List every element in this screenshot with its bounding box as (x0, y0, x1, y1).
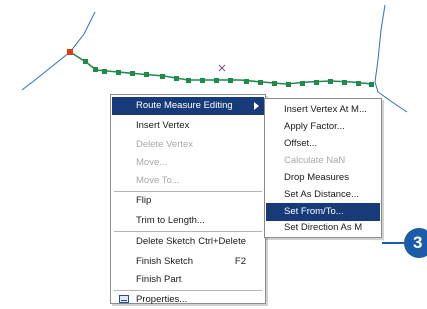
vertex (102, 69, 107, 74)
vertex (228, 78, 233, 83)
vertex (314, 80, 319, 85)
vertex (356, 81, 361, 86)
vertex (144, 72, 149, 77)
context-menu: Route Measure Editing Insert Vertex Dele… (110, 94, 266, 305)
callout-number: 3 (413, 233, 423, 252)
submenu-item-set-as-distance[interactable]: Set As Distance... (266, 186, 380, 204)
menu-item-label: Offset... (284, 138, 318, 149)
route-line-right (374, 4, 408, 113)
vertex (342, 80, 347, 85)
menu-item-label: Flip (136, 195, 152, 206)
vertex (186, 78, 191, 83)
submenu-item-apply-factor[interactable]: Apply Factor... (266, 118, 380, 136)
route-line-left (21, 11, 96, 91)
menu-item-move: Move... (112, 154, 264, 172)
menu-item-label: Calculate NaN (284, 155, 346, 166)
menu-item-label: Insert Vertex (136, 120, 190, 131)
menu-item-flip[interactable]: Flip (112, 192, 264, 210)
menu-item-label: Delete Sketch (136, 236, 196, 247)
vertex (244, 79, 249, 84)
submenu-item-offset[interactable]: Offset... (266, 135, 380, 153)
vertex (300, 81, 305, 86)
vertex (328, 79, 333, 84)
menu-item-insert-vertex[interactable]: Insert Vertex (112, 117, 264, 135)
sketch-line[interactable] (69, 51, 373, 85)
menu-item-move-to: Move To... (112, 172, 264, 190)
menu-item-label: Insert Vertex At M... (284, 104, 367, 115)
submenu-item-calculate-nan: Calculate NaN (266, 152, 380, 170)
vertex (174, 76, 179, 81)
vertex (93, 67, 98, 72)
properties-icon (119, 295, 129, 303)
submenu-item-set-direction-as-m[interactable]: Set Direction As M (266, 219, 380, 237)
menu-item-properties[interactable]: Properties... (112, 291, 264, 309)
menu-item-label: Set As Distance... (284, 189, 359, 200)
start-vertex[interactable] (67, 49, 73, 55)
menu-item-label: Properties... (136, 294, 188, 305)
menu-item-route-measure-editing[interactable]: Route Measure Editing (112, 97, 264, 115)
vertex (272, 81, 277, 86)
submenu-item-insert-vertex-at-m[interactable]: Insert Vertex At M... (266, 101, 380, 119)
menu-item-shortcut: Ctrl+Delete (198, 236, 246, 247)
menu-item-label: Trim to Length... (136, 215, 205, 226)
menu-item-label: Apply Factor... (284, 121, 345, 132)
vertex (286, 82, 291, 87)
menu-item-label: Move... (136, 157, 168, 168)
vertex (160, 74, 165, 79)
step-callout-badge: 3 (404, 228, 427, 258)
menu-separator (114, 231, 262, 232)
menu-item-label: Finish Part (136, 274, 182, 285)
vertex (83, 59, 88, 64)
menu-item-finish-part[interactable]: Finish Part (112, 271, 264, 289)
menu-item-label: Delete Vertex (136, 139, 194, 150)
menu-item-shortcut: F2 (234, 256, 246, 267)
menu-item-label: Move To... (136, 175, 180, 186)
route-measure-submenu: Insert Vertex At M... Apply Factor... Of… (264, 98, 382, 238)
menu-item-finish-sketch[interactable]: Finish Sketch F2 (112, 253, 264, 271)
menu-item-trim-to-length[interactable]: Trim to Length... (112, 212, 264, 230)
vertex (130, 71, 135, 76)
menu-item-label: Route Measure Editing (136, 100, 233, 111)
vertex (369, 82, 374, 87)
menu-item-delete-vertex: Delete Vertex (112, 136, 264, 154)
vertex (200, 78, 205, 83)
submenu-item-drop-measures[interactable]: Drop Measures (266, 169, 380, 187)
menu-item-label: Drop Measures (284, 172, 349, 183)
sketch-cursor-icon (218, 64, 226, 72)
vertex (214, 78, 219, 83)
menu-item-delete-sketch[interactable]: Delete Sketch Ctrl+Delete (112, 233, 264, 251)
vertex (258, 80, 263, 85)
menu-item-label: Finish Sketch (136, 256, 194, 267)
submenu-arrow-icon (254, 102, 259, 110)
menu-item-label: Set Direction As M (284, 222, 363, 233)
vertex (116, 70, 121, 75)
